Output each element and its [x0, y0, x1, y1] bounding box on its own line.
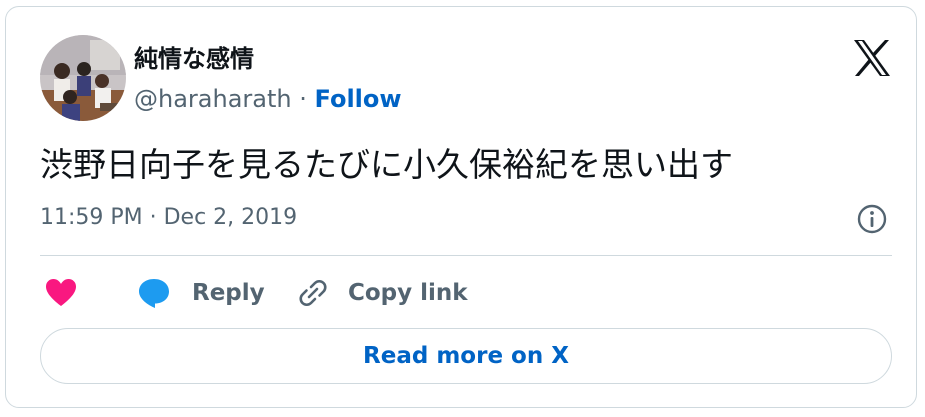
- handle-row: @haraharath · Follow: [134, 85, 402, 113]
- reply-button[interactable]: Reply: [136, 273, 265, 313]
- info-icon[interactable]: [856, 203, 888, 235]
- handle[interactable]: @haraharath: [134, 85, 292, 113]
- display-name[interactable]: 純情な感情: [134, 39, 254, 74]
- divider: [40, 255, 892, 256]
- copy-link-label: Copy link: [348, 280, 468, 306]
- x-logo-icon[interactable]: [852, 39, 892, 77]
- reply-label: Reply: [192, 280, 265, 306]
- read-more-button[interactable]: Read more on X: [40, 328, 892, 384]
- separator-dot: ·: [299, 85, 307, 113]
- tweet-timestamp[interactable]: 11:59 PM · Dec 2, 2019: [40, 205, 297, 230]
- avatar-image: [40, 35, 126, 121]
- link-icon: [299, 280, 327, 306]
- like-button[interactable]: [44, 273, 78, 313]
- reply-bubble-icon: [139, 279, 169, 308]
- copy-link-button[interactable]: Copy link: [296, 273, 468, 313]
- tweet-text: 渋野日向子を見るたびに小久保裕紀を思い出す: [40, 145, 733, 184]
- tweet-embed-card: 純情な感情 @haraharath · Follow 渋野日向子を見るたびに小久…: [5, 6, 917, 408]
- heart-icon: [46, 279, 76, 306]
- follow-button[interactable]: Follow: [315, 85, 402, 113]
- avatar[interactable]: [40, 35, 126, 121]
